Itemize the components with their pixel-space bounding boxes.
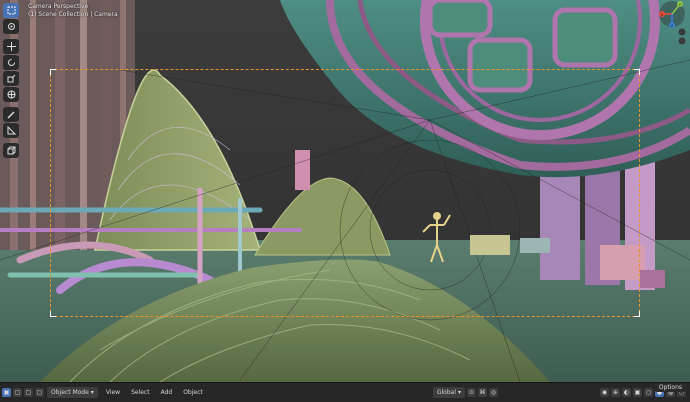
select-mode-subtract-icon[interactable]: ▢ bbox=[24, 388, 33, 397]
scale-tool[interactable] bbox=[3, 71, 19, 86]
options-button[interactable]: Options bbox=[654, 383, 686, 392]
rotate-tool[interactable] bbox=[3, 55, 19, 70]
pivot-icon[interactable]: ⊙ bbox=[467, 388, 476, 397]
pan-icon[interactable] bbox=[678, 37, 686, 45]
rotate-icon bbox=[7, 59, 15, 66]
mode-select-label: Object Mode bbox=[51, 389, 89, 396]
snap-icon[interactable]: ⌘ bbox=[478, 388, 487, 397]
visibility-icon[interactable]: ◉ bbox=[600, 388, 609, 397]
move-tool[interactable] bbox=[3, 39, 19, 54]
view-name: Camera Perspective bbox=[28, 3, 89, 10]
select-box-tool[interactable] bbox=[3, 3, 19, 18]
select-mode-extend-icon[interactable]: ▢ bbox=[13, 388, 22, 397]
options-label: Options bbox=[658, 384, 682, 391]
menu-object[interactable]: Object bbox=[180, 387, 206, 398]
tool-shelf bbox=[3, 3, 19, 158]
navigation-gizmo[interactable]: Y X Z bbox=[600, 0, 688, 48]
transform-orientation-label: Global bbox=[436, 389, 456, 396]
gizmo-toggle-icon[interactable]: ⊕ bbox=[611, 388, 620, 397]
proportional-edit-icon[interactable]: ◎ bbox=[489, 388, 498, 397]
move-icon bbox=[6, 42, 16, 51]
xray-icon[interactable]: ▣ bbox=[633, 388, 642, 397]
chevron-down-icon: ▾ bbox=[457, 389, 461, 396]
shading-wire-icon[interactable]: ○ bbox=[644, 388, 653, 397]
add-cube-icon bbox=[7, 146, 15, 155]
annotate-icon bbox=[6, 111, 15, 119]
menu-add[interactable]: Add bbox=[158, 387, 176, 398]
overlay-icon[interactable]: ◐ bbox=[622, 388, 631, 397]
measure-tool[interactable] bbox=[3, 123, 19, 138]
mode-select[interactable]: Object Mode ▾ bbox=[47, 387, 98, 398]
collection-path: (1) Scene Collection | Camera bbox=[28, 11, 118, 18]
zoom-icon[interactable] bbox=[678, 28, 686, 36]
transform-icon bbox=[7, 90, 15, 99]
add-cube-tool[interactable] bbox=[3, 143, 19, 158]
cursor-icon bbox=[7, 23, 15, 30]
menu-view[interactable]: View bbox=[103, 387, 123, 398]
select-mode-set-icon[interactable]: ▣ bbox=[2, 388, 11, 397]
scale-icon bbox=[7, 74, 15, 83]
3d-viewport[interactable]: Camera Perspective (1) Scene Collection … bbox=[0, 0, 690, 382]
header-bar: ▣ ▢ ▢ ▢ Object Mode ▾ View Select Add Ob… bbox=[0, 382, 690, 402]
chevron-down-icon: ▾ bbox=[90, 389, 94, 396]
select-mode-invert-icon[interactable]: ▢ bbox=[35, 388, 44, 397]
menu-select[interactable]: Select bbox=[128, 387, 153, 398]
transform-orientation-select[interactable]: Global ▾ bbox=[432, 387, 465, 398]
camera-frame bbox=[50, 69, 640, 317]
annotate-tool[interactable] bbox=[3, 107, 19, 122]
cursor-tool[interactable] bbox=[3, 19, 19, 34]
transform-tool[interactable] bbox=[3, 87, 19, 102]
select-box-icon bbox=[7, 6, 15, 15]
measure-icon bbox=[7, 126, 16, 135]
